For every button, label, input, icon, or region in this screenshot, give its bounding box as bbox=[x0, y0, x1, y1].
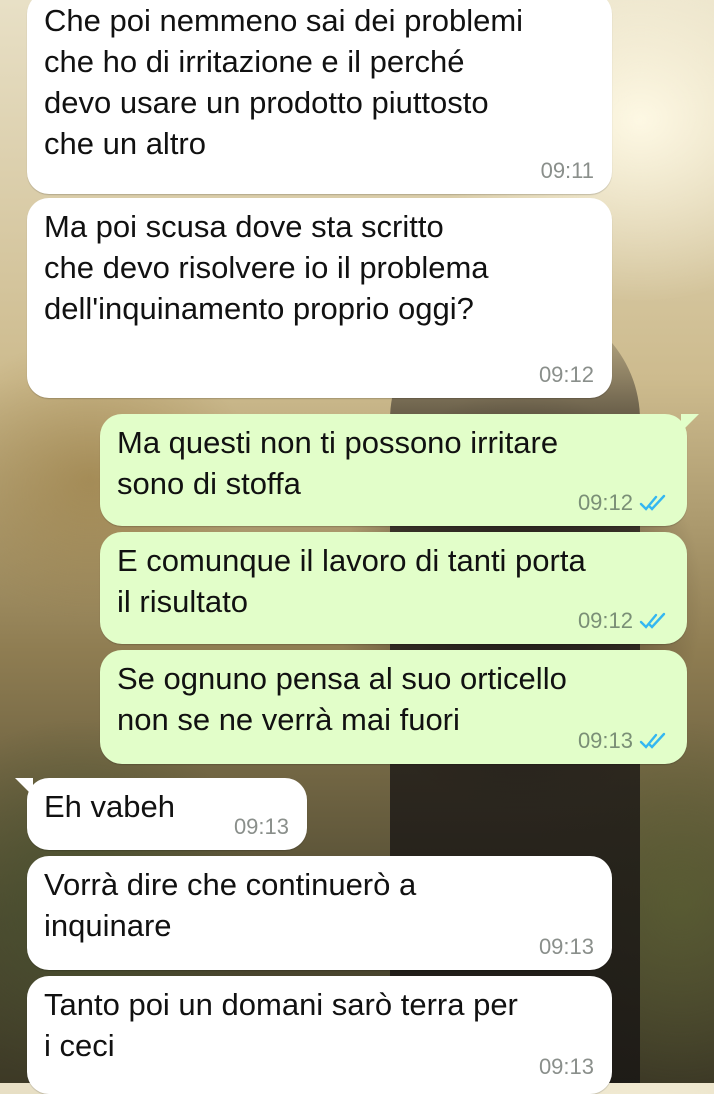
message-time: 09:13 bbox=[538, 1054, 594, 1079]
message-meta: 09:12 bbox=[578, 490, 669, 516]
message-bubble-incoming[interactable]: Tanto poi un domani sarò terra per i cec… bbox=[27, 976, 612, 1094]
message-time: 09:13 bbox=[538, 934, 594, 959]
message-text: Che poi nemmeno sai dei problemi che ho … bbox=[44, 3, 524, 161]
message-text: Tanto poi un domani sarò terra per i cec… bbox=[44, 987, 518, 1063]
message-time: 09:12 bbox=[538, 362, 594, 387]
message-bubble-outgoing[interactable]: Se ognuno pensa al suo orticello non se … bbox=[100, 650, 687, 764]
message-text: Ma poi scusa dove sta scritto che devo r… bbox=[44, 209, 489, 326]
message-time: 09:12 bbox=[577, 490, 633, 515]
double-check-icon bbox=[639, 732, 666, 749]
message-bubble-incoming[interactable]: Eh vabeh 09:13 bbox=[15, 778, 307, 850]
message-meta: 09:12 bbox=[578, 608, 669, 634]
message-bubble-outgoing[interactable]: Ma questi non ti possono irritare sono d… bbox=[100, 414, 699, 526]
message-time: 09:13 bbox=[233, 814, 289, 839]
message-bubble-outgoing[interactable]: E comunque il lavoro di tanti porta il r… bbox=[100, 532, 687, 644]
message-meta: 09:13 bbox=[578, 728, 669, 754]
message-bubble-incoming[interactable]: Ma poi scusa dove sta scritto che devo r… bbox=[27, 198, 612, 398]
message-time: 09:11 bbox=[540, 158, 594, 183]
message-time: 09:12 bbox=[577, 608, 633, 633]
double-check-icon bbox=[639, 494, 666, 511]
message-bubble-incoming[interactable]: Vorrà dire che continuerò a inquinare 09… bbox=[27, 856, 612, 970]
message-time: 09:13 bbox=[577, 728, 633, 753]
message-text: Vorrà dire che continuerò a inquinare bbox=[44, 867, 417, 943]
double-check-icon bbox=[639, 612, 666, 629]
message-bubble-incoming[interactable]: Che poi nemmeno sai dei problemi che ho … bbox=[27, 0, 612, 194]
